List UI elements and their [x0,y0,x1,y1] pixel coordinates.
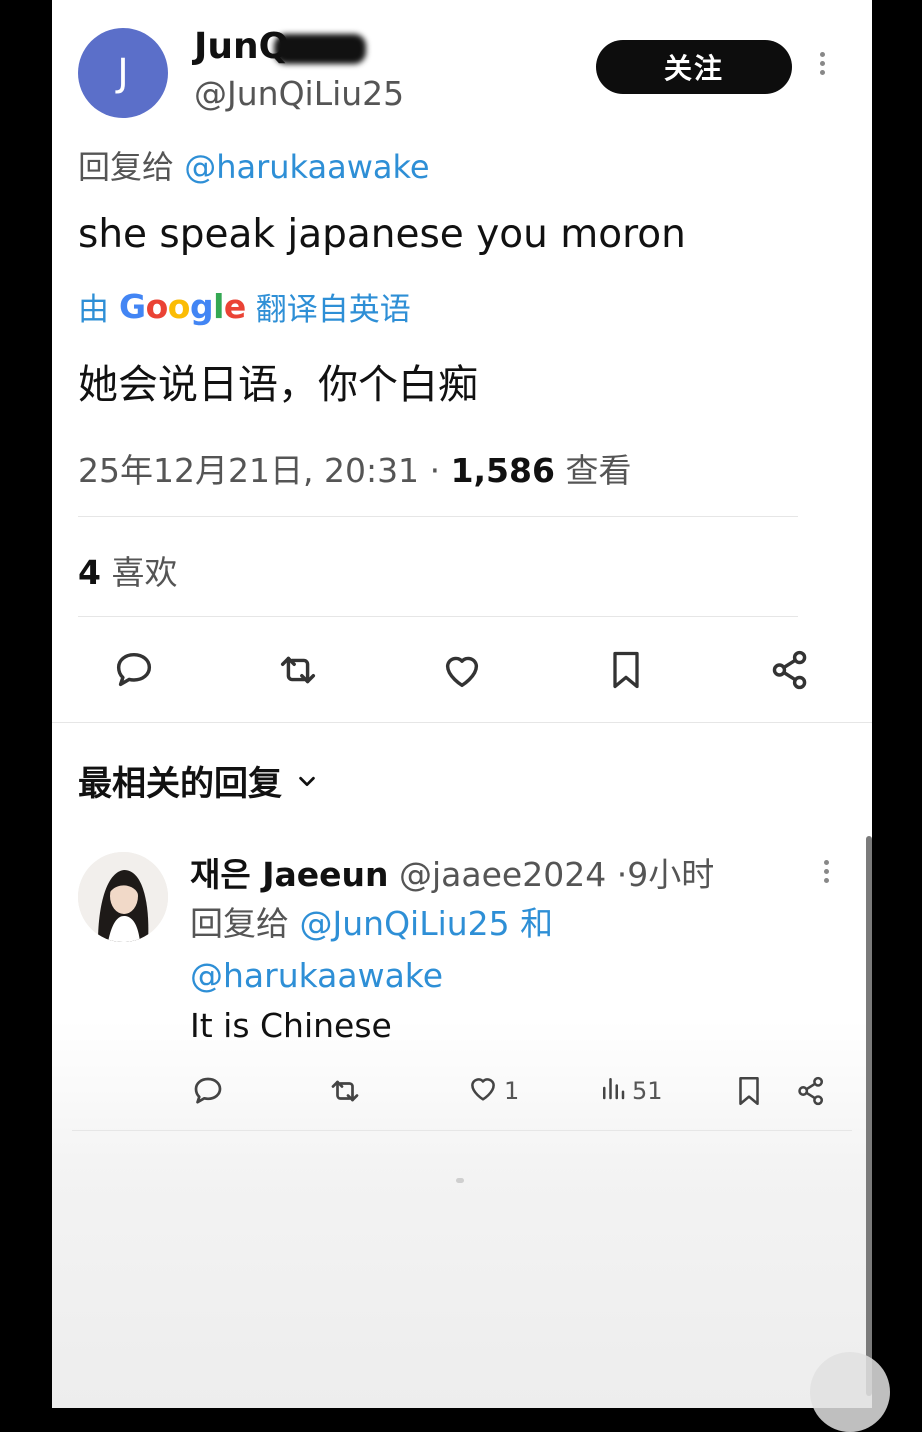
tweet-screen: J JunQ @JunQiLiu25 关注 回复给 @harukaawake s… [52,0,872,1408]
translated-text: 她会说日语，你个白痴 [78,362,478,408]
reply-like-count: 1 [504,1077,520,1105]
divider [78,616,798,617]
likes-label: 喜欢 [111,553,178,592]
views-count: 1,586 [450,451,555,490]
reply-views-button[interactable]: 51 [598,1066,663,1116]
more-icon[interactable] [820,48,828,79]
google-logo: Google [119,287,246,326]
reply-to-label: 回复给 [190,904,289,943]
reply-to-handle-2[interactable]: @harukaawake [190,956,443,995]
reply-to-handle[interactable]: @harukaawake [184,148,429,186]
likes-summary[interactable]: 4 喜欢 [78,546,177,594]
divider [72,1130,852,1131]
reply-to-handle-1[interactable]: @JunQiLiu25 [300,904,510,943]
timestamp[interactable]: 25年12月21日, 20:31 [78,451,419,490]
reply-header: 재은 Jaeeun @jaaee2024 ·9小时 [190,848,714,896]
author-handle[interactable]: @JunQiLiu25 [194,74,404,113]
action-bar [78,640,838,700]
like-icon[interactable] [434,640,490,700]
reply-views-count: 51 [632,1077,663,1105]
reply-reply-icon[interactable] [190,1066,226,1116]
reply-time: 9小时 [627,855,715,894]
name-redaction [274,34,366,64]
fullscreen-button[interactable] [810,1352,890,1432]
reply-like-icon [466,1071,500,1111]
reply-bookmark-icon[interactable] [732,1066,766,1116]
views-label: 查看 [565,451,632,490]
follow-button[interactable]: 关注 [596,40,792,94]
sort-label: 最相关的回复 [78,764,282,804]
avatar-letter: J [117,51,129,95]
tweet-meta: 25年12月21日, 20:31 · 1,586 查看 [78,444,631,492]
reply-share-icon[interactable] [794,1066,828,1116]
translate-prefix: 由 [78,292,109,328]
author-avatar[interactable]: J [78,28,168,118]
translate-suffix: 翻译自英语 [255,292,411,328]
scrollbar[interactable] [866,836,872,1396]
loading-dot [456,1178,464,1183]
translation-credit[interactable]: 由 Google 翻译自英语 [78,284,411,329]
reply-more-icon[interactable] [824,856,829,887]
bookmark-icon[interactable] [598,640,654,700]
retweet-icon[interactable] [270,640,326,700]
divider [78,516,798,517]
views-icon [598,1073,628,1109]
reply-reply-to: 回复给 @JunQiLiu25 和 @harukaawake [190,898,810,1002]
divider [52,722,872,723]
tweet-text: she speak japanese you moron [78,212,686,257]
reply-to-line: 回复给 @harukaawake [78,142,430,188]
share-icon[interactable] [762,640,818,700]
reply-author-handle[interactable]: @jaaee2024 [399,855,606,894]
reply-action-bar: 1 51 [190,1066,840,1116]
likes-count: 4 [78,553,101,592]
reply-to-and: 和 [520,904,554,943]
reply-like-button[interactable]: 1 [466,1066,519,1116]
replies-sort[interactable]: 最相关的回复 [78,756,318,805]
reply-retweet-icon[interactable] [326,1066,364,1116]
chevron-down-icon [296,761,318,801]
reply-icon[interactable] [106,640,162,700]
reply-author-name[interactable]: 재은 Jaeeun [190,855,389,894]
meta-separator: · [429,451,441,490]
reply-text: It is Chinese [190,1006,392,1045]
reply-avatar[interactable] [78,852,168,942]
reply-to-label: 回复给 [78,148,175,186]
reply-separator: · [616,855,628,894]
